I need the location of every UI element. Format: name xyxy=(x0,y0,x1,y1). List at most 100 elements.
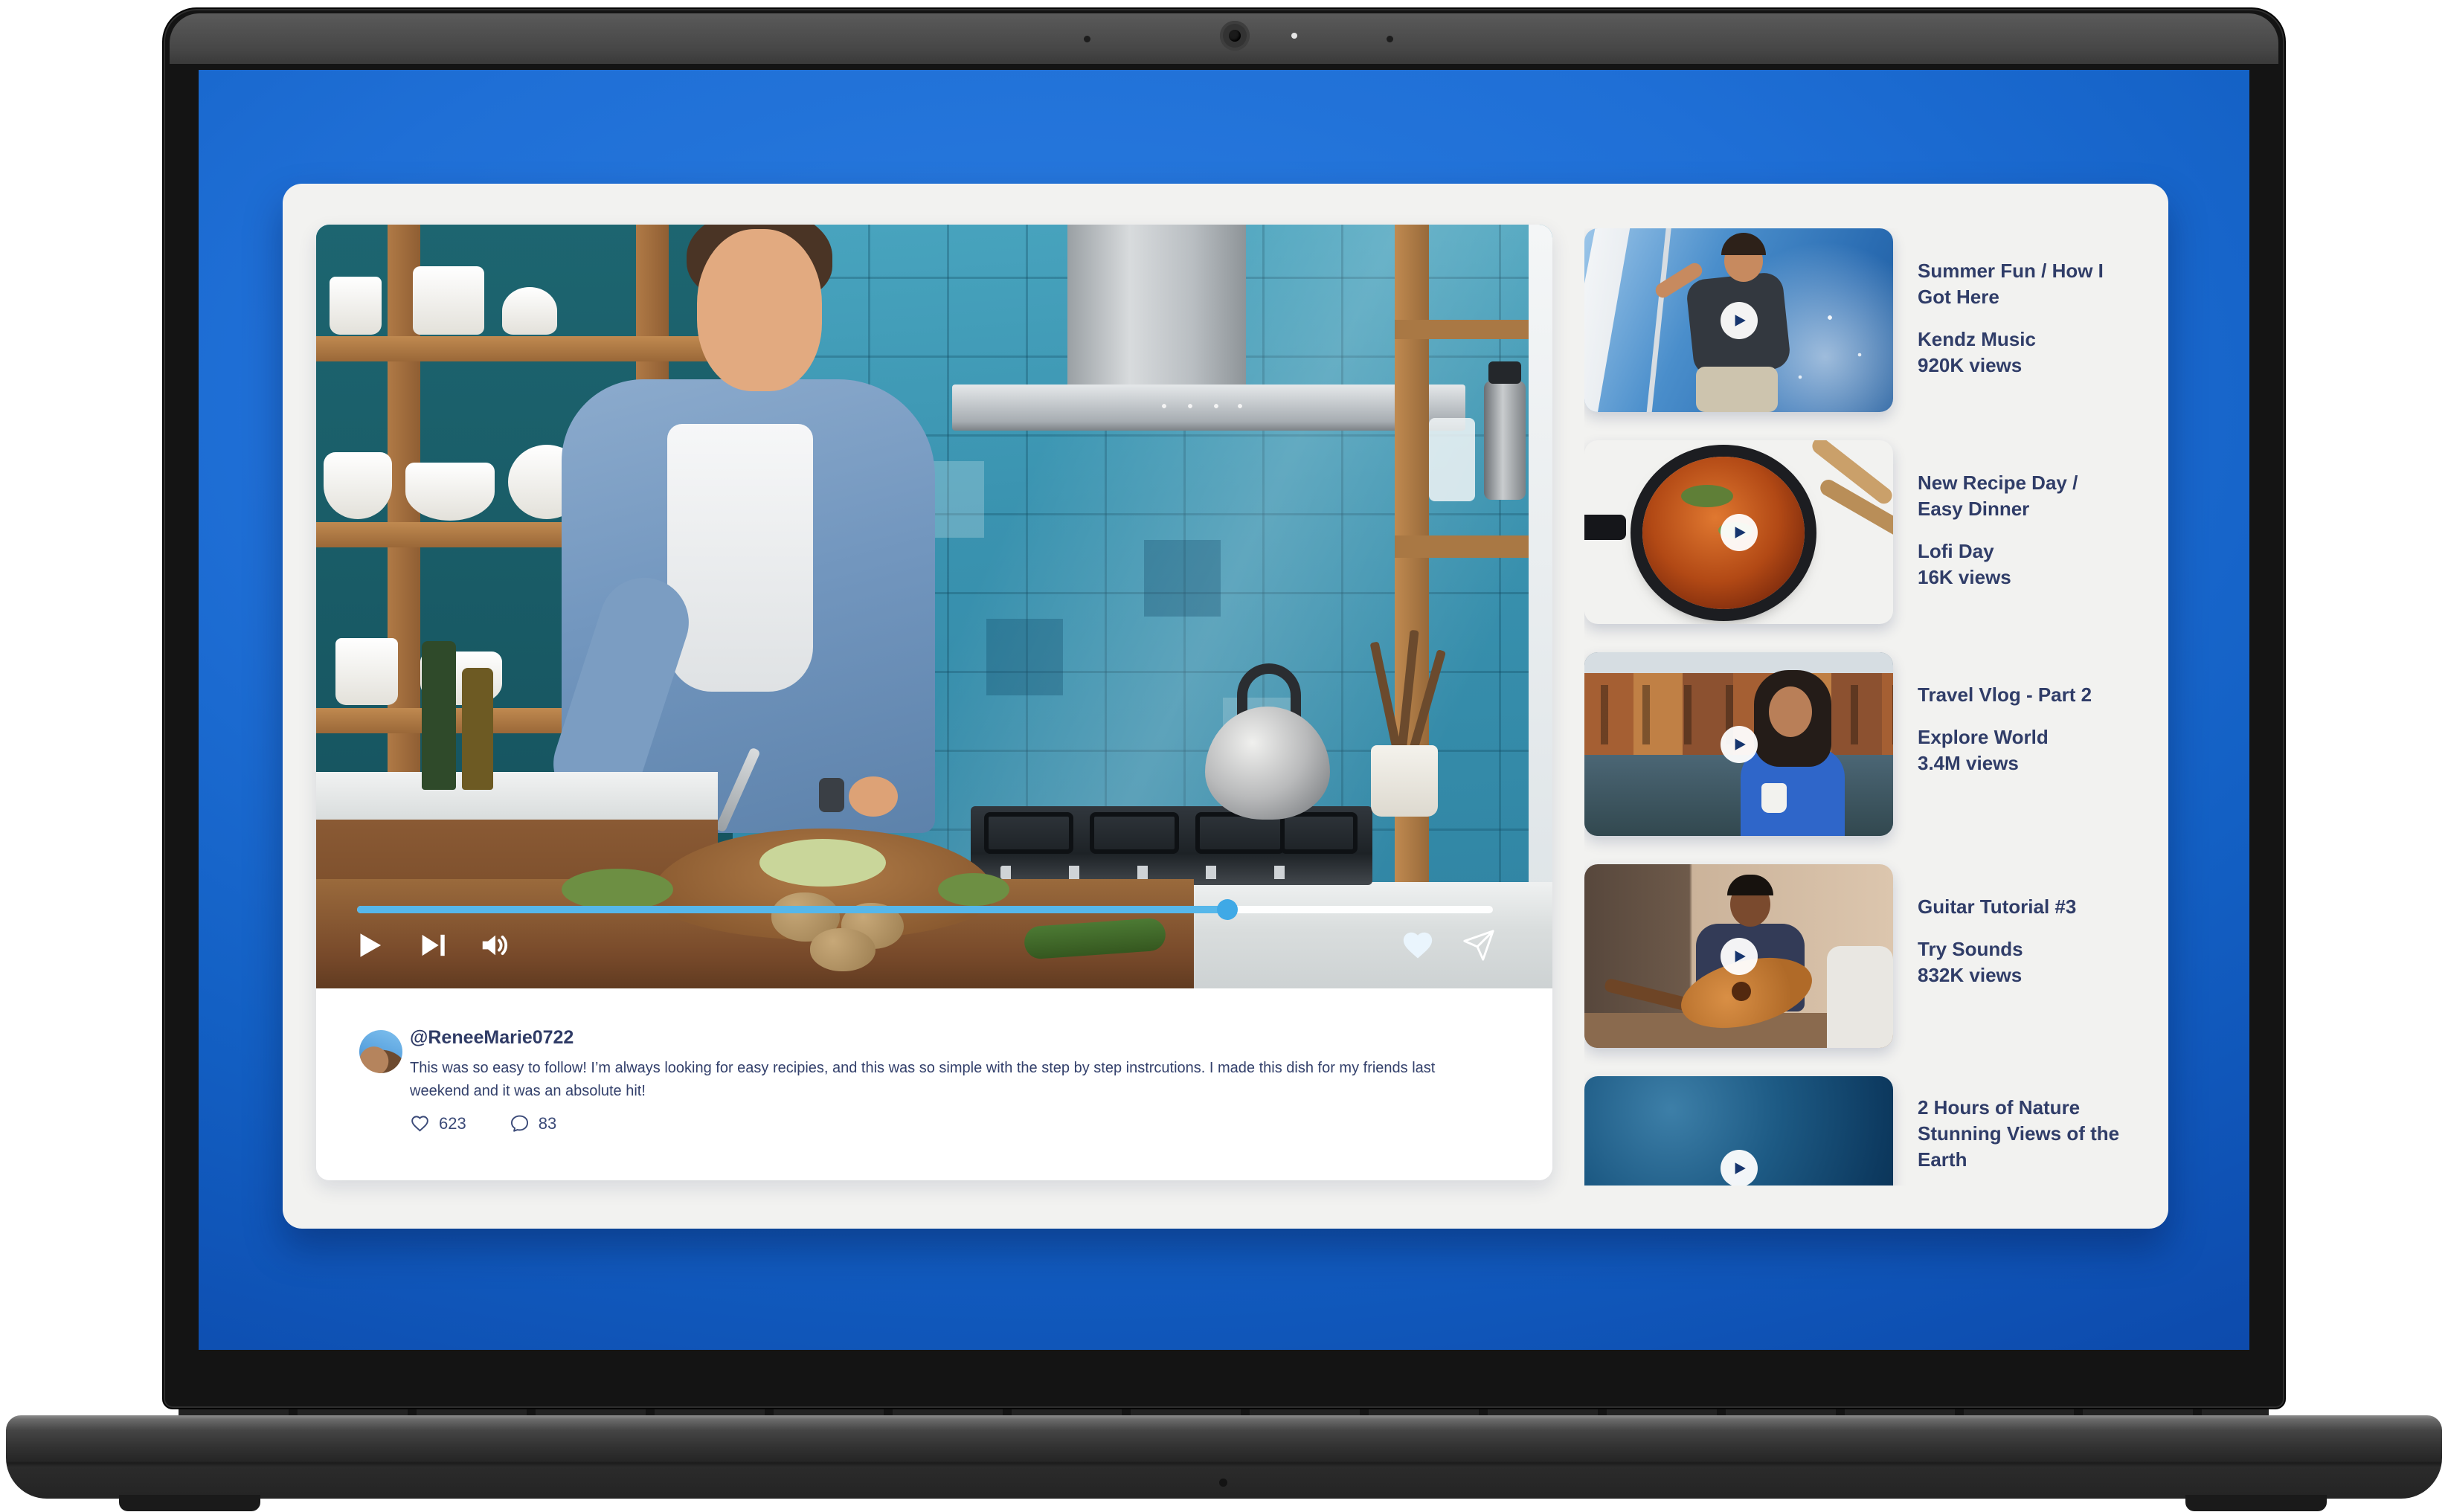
up-next-list: Summer Fun / How I Got Here Kendz Music … xyxy=(1584,228,2150,1186)
dish-stack xyxy=(413,266,484,335)
bezel-camera-strip xyxy=(170,13,2278,64)
video-meta: Guitar Tutorial #3 Try Sounds 832K views xyxy=(1918,864,2141,1048)
figure-hair xyxy=(1721,233,1766,255)
play-button[interactable] xyxy=(352,928,386,962)
mast xyxy=(1644,228,1672,412)
video-channel: Explore World xyxy=(1918,724,2141,750)
comment-like-count: 623 xyxy=(439,1114,466,1133)
thumbnail-travel-town[interactable] xyxy=(1584,652,1893,836)
video-meta: New Recipe Day / Easy Dinner Lofi Day 16… xyxy=(1918,440,2141,624)
player-card: @ReneeMarie0722 This was so easy to foll… xyxy=(316,225,1552,1180)
figure-face xyxy=(1769,686,1812,737)
thumbnail-whale-underwater[interactable] xyxy=(1584,1076,1893,1186)
window-light xyxy=(1529,225,1552,894)
volume-icon xyxy=(478,928,513,962)
video-frame[interactable] xyxy=(316,225,1552,988)
video-row-guitar-tutorial[interactable]: Guitar Tutorial #3 Try Sounds 832K views xyxy=(1584,864,2150,1048)
webcam-led xyxy=(1291,33,1297,39)
thermos xyxy=(1484,381,1526,500)
video-row-nature-hours[interactable]: 2 Hours of Nature Stunning Views of the … xyxy=(1584,1076,2150,1186)
chopped-greens xyxy=(759,839,886,887)
comment-section: @ReneeMarie0722 This was so easy to foll… xyxy=(316,988,1552,1180)
next-icon xyxy=(416,928,450,962)
share-button[interactable] xyxy=(1462,928,1496,962)
play-icon xyxy=(352,928,386,962)
glass-jar xyxy=(1429,418,1475,501)
video-meta: Summer Fun / How I Got Here Kendz Music … xyxy=(1918,228,2141,412)
commenter-username: @ReneeMarie0722 xyxy=(410,1027,574,1049)
thumbnail-play-icon xyxy=(1721,938,1758,975)
pot-handle xyxy=(1584,515,1626,540)
tile xyxy=(1144,540,1221,617)
utensil-crock xyxy=(1371,745,1438,817)
herb-sprig xyxy=(1681,485,1733,507)
microphone-hole-right xyxy=(1387,36,1393,42)
video-views: 12.3M views xyxy=(1918,1183,2141,1186)
comment-bubble-icon xyxy=(510,1113,530,1133)
thumbnail-stew-pot[interactable] xyxy=(1584,440,1893,624)
next-button[interactable] xyxy=(416,928,450,962)
progress-knob[interactable] xyxy=(1217,899,1238,920)
thumbnail-man-sailing[interactable] xyxy=(1584,228,1893,412)
video-meta: 2 Hours of Nature Stunning Views of the … xyxy=(1918,1076,2141,1186)
bowl xyxy=(405,463,495,521)
screen-wallpaper: @ReneeMarie0722 This was so easy to foll… xyxy=(199,70,2249,1350)
greens xyxy=(938,873,1009,906)
comment-reply-button[interactable]: 83 xyxy=(510,1113,556,1133)
dish-stack xyxy=(330,277,382,335)
chef-hand xyxy=(849,776,898,817)
comment-text: This was so easy to follow! I’m always l… xyxy=(410,1057,1490,1103)
laptop-foot-right xyxy=(2185,1495,2327,1511)
stove-grate xyxy=(1090,812,1179,854)
video-app-window: @ReneeMarie0722 This was so easy to foll… xyxy=(283,184,2168,1229)
laptop-lid: @ReneeMarie0722 This was so easy to foll… xyxy=(162,7,2286,1409)
video-row-travel-vlog[interactable]: Travel Vlog - Part 2 Explore World 3.4M … xyxy=(1584,652,2150,836)
whale-body xyxy=(1625,1112,1893,1186)
volume-button[interactable] xyxy=(478,928,513,962)
video-title: Summer Fun / How I Got Here xyxy=(1918,258,2141,310)
gas-stove xyxy=(971,806,1372,885)
video-views: 832K views xyxy=(1918,962,2141,988)
heart-filled-icon xyxy=(1401,928,1435,962)
chair xyxy=(1827,946,1893,1048)
tile xyxy=(986,619,1063,695)
thumbnail-play-icon xyxy=(1721,1150,1758,1186)
stove-knobs xyxy=(1000,866,1343,879)
chef-white-tee xyxy=(667,424,813,692)
counter-left xyxy=(316,772,718,821)
progress-bar[interactable] xyxy=(357,906,1493,913)
thumbnail-play-icon xyxy=(1721,514,1758,551)
bottle xyxy=(422,641,456,790)
range-hood-chimney xyxy=(1067,225,1246,387)
thumbnail-guitar-player[interactable] xyxy=(1584,864,1893,1048)
bowl xyxy=(324,452,392,519)
cup-stack xyxy=(335,638,398,705)
send-icon xyxy=(1462,928,1496,962)
video-views: 3.4M views xyxy=(1918,750,2141,776)
guitar-soundhole xyxy=(1732,982,1751,1001)
latch-notch xyxy=(1219,1479,1227,1487)
heart-outline-icon xyxy=(410,1113,430,1133)
figure-shorts xyxy=(1696,367,1778,412)
figure-hair xyxy=(1727,875,1773,895)
video-title: Travel Vlog - Part 2 xyxy=(1918,682,2141,708)
like-button[interactable] xyxy=(1401,928,1435,962)
bottle xyxy=(462,668,493,790)
video-row-summer-fun[interactable]: Summer Fun / How I Got Here Kendz Music … xyxy=(1584,228,2150,412)
range-hood-buttons xyxy=(1157,402,1246,411)
video-row-new-recipe[interactable]: New Recipe Day / Easy Dinner Lofi Day 16… xyxy=(1584,440,2150,624)
laptop-base xyxy=(6,1415,2442,1499)
video-views: 920K views xyxy=(1918,353,2141,379)
potato xyxy=(810,928,876,971)
comment-like-button[interactable]: 623 xyxy=(410,1113,466,1133)
canal-water xyxy=(1584,755,1893,836)
thumbnail-play-icon xyxy=(1721,726,1758,763)
sky xyxy=(1584,652,1893,675)
laptop-foot-left xyxy=(119,1495,260,1511)
dish-stack xyxy=(502,287,557,335)
thumbnail-play-icon xyxy=(1721,302,1758,339)
cup xyxy=(1761,783,1787,813)
commenter-avatar[interactable] xyxy=(359,1030,402,1073)
video-title: New Recipe Day / Easy Dinner xyxy=(1918,470,2141,522)
video-channel: Lofi Day xyxy=(1918,538,2141,564)
